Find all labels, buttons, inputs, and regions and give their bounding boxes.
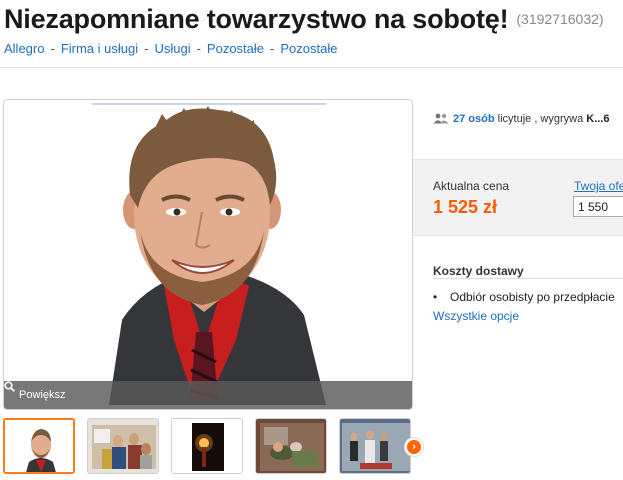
thumbnail-strip: › — [3, 418, 423, 476]
offer-id: (3192716032) — [516, 11, 604, 27]
breadcrumb-item-pozostale-1[interactable]: Pozostałe — [207, 41, 264, 56]
breadcrumb-item-allegro[interactable]: Allegro — [4, 41, 44, 56]
current-price: 1 525 zł — [433, 197, 498, 217]
winner-name: K...6 — [586, 113, 610, 125]
bidders-count-link[interactable]: 27 osób — [453, 113, 495, 125]
shipping-title: Koszty dostawy — [433, 264, 524, 278]
thumbnail-1[interactable] — [3, 418, 75, 474]
zoom-button[interactable]: Powiększ — [4, 381, 412, 409]
bidders-text: licytuje , wygrywa — [497, 113, 584, 125]
breadcrumb: Allegro - Firma i usługi - Usługi - Pozostałe -… — [4, 41, 337, 56]
thumbnail-5[interactable] — [339, 418, 411, 474]
breadcrumb-item-firma-i-uslugi[interactable]: Firma i usługi — [61, 41, 138, 56]
current-price-label: Aktualna cena — [433, 179, 510, 193]
main-photo[interactable]: Powiększ — [3, 99, 413, 410]
your-offer-label[interactable]: Twoja oferta — [574, 179, 623, 193]
breadcrumb-separator: - — [50, 41, 55, 56]
bidders-info: 27 osób licytuje , wygrywa K...6 — [433, 113, 610, 127]
breadcrumb-separator: - — [196, 41, 201, 56]
offer-amount-input[interactable] — [573, 196, 623, 217]
portrait-image — [4, 100, 412, 409]
thumbnail-2[interactable] — [87, 418, 159, 474]
breadcrumb-separator: - — [270, 41, 275, 56]
all-shipping-options-link[interactable]: Wszystkie opcje — [433, 309, 519, 323]
page-title: Niezapomniane towarzystwo na sobotę! — [4, 4, 509, 34]
zoom-label: Powiększ — [19, 389, 66, 401]
bullet-icon: • — [433, 290, 438, 304]
thumbnail-3[interactable] — [171, 418, 243, 474]
shipping-divider — [433, 278, 623, 279]
price-box: Aktualna cena 1 525 zł Twoja oferta — [413, 159, 623, 236]
thumbnail-4[interactable] — [255, 418, 327, 474]
shipping-option-label: Odbiór osobisty po przedpłacie — [450, 290, 615, 304]
shipping-option: • Odbiór osobisty po przedpłacie — [433, 290, 615, 304]
users-icon — [433, 113, 449, 127]
breadcrumb-item-pozostale-2[interactable]: Pozostałe — [280, 41, 337, 56]
breadcrumb-separator: - — [144, 41, 149, 56]
header-divider — [0, 67, 623, 68]
breadcrumb-item-uslugi[interactable]: Usługi — [154, 41, 190, 56]
chevron-right-icon[interactable]: › — [405, 438, 423, 456]
page-header: Niezapomniane towarzystwo na sobotę! (319… — [4, 4, 604, 35]
